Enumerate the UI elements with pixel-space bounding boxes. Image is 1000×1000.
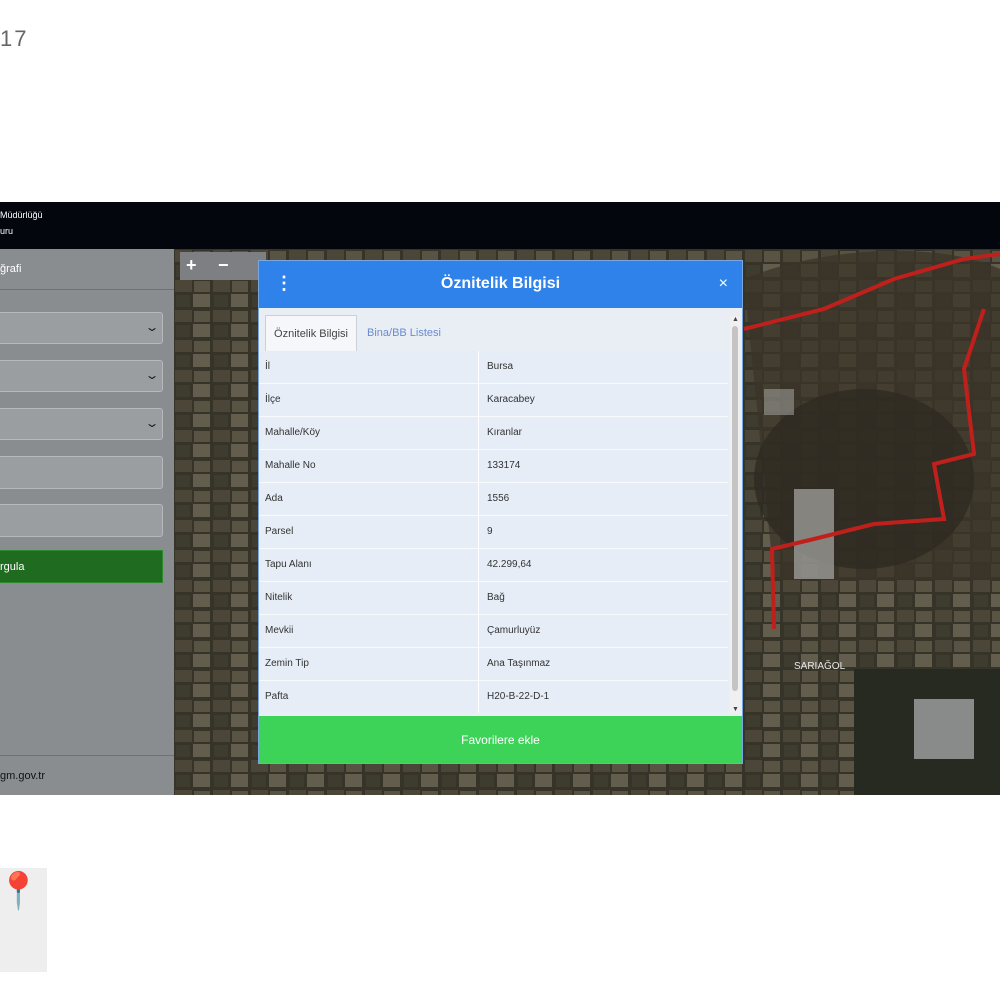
table-row: Nitelik Bağ <box>259 582 728 615</box>
chevron-down-icon: ⌄ <box>144 368 160 382</box>
row-value: Bağ <box>487 592 505 603</box>
location-pin-icon: 📍 <box>0 870 41 911</box>
top-bar: Müdürlüğü uru <box>0 202 1000 249</box>
district-select[interactable]: ⌄ <box>0 360 163 392</box>
location-pin-thumbnail: 📍 <box>0 868 47 972</box>
sidebar-footer: gm.gov.tr <box>0 755 174 795</box>
scroll-down-icon[interactable]: ▼ <box>732 706 739 713</box>
close-icon[interactable]: × <box>719 275 728 293</box>
row-value: H20-B-22-D-1 <box>487 691 550 702</box>
row-value: 42.299,64 <box>487 559 532 570</box>
row-key: Mahalle/Köy <box>265 427 321 438</box>
row-value: Bursa <box>487 361 514 372</box>
row-value: Karacabey <box>487 394 535 405</box>
footer-link[interactable]: gm.gov.tr <box>0 770 45 782</box>
table-row: Tapu Alanı 42.299,64 <box>259 549 728 582</box>
table-row: Mahalle/Köy Kıranlar <box>259 417 728 450</box>
plus-icon[interactable]: + <box>186 255 197 276</box>
attribute-dialog: ⋮ Öznitelik Bilgisi × Öznitelik Bilgisi … <box>258 260 743 764</box>
query-button[interactable]: rgula <box>0 550 163 583</box>
scroll-thumb[interactable] <box>732 326 738 691</box>
row-key: Nitelik <box>265 592 293 603</box>
sidebar-header[interactable]: ğrafi <box>0 249 174 290</box>
dialog-title: Öznitelik Bilgisi <box>440 275 561 292</box>
tab-attributes-label: Öznitelik Bilgisi <box>274 328 348 340</box>
zoom-control: + − <box>180 252 266 280</box>
row-key: Mevkii <box>265 625 294 636</box>
row-value: 133174 <box>487 460 521 471</box>
block-input[interactable] <box>0 456 163 489</box>
row-value: Kıranlar <box>487 427 523 438</box>
row-value: Çamurluyüz <box>487 625 541 636</box>
table-scrollbar[interactable]: ▲ ▼ <box>730 316 740 713</box>
row-key: Mahalle No <box>265 460 316 471</box>
row-key: Zemin Tip <box>265 658 309 669</box>
row-key: Parsel <box>265 526 294 537</box>
table-row: Ada 1556 <box>259 483 728 516</box>
row-key: Tapu Alanı <box>265 559 312 570</box>
village-label: SARIAĞOL <box>794 659 846 672</box>
minus-icon[interactable]: − <box>218 255 229 276</box>
parcel-input[interactable] <box>0 504 163 537</box>
dialog-header: ⋮ Öznitelik Bilgisi × <box>259 261 742 308</box>
chevron-down-icon: ⌄ <box>144 416 160 430</box>
neighborhood-select[interactable]: ⌄ <box>0 408 163 440</box>
row-value: 9 <box>487 526 493 537</box>
sidebar-header-label: ğrafi <box>0 263 22 275</box>
table-row: Mahalle No 133174 <box>259 450 728 483</box>
row-key: İlçe <box>265 394 281 405</box>
table-row: Zemin Tip Ana Taşınmaz <box>259 648 728 681</box>
row-value: 1556 <box>487 493 510 504</box>
row-key: İl <box>265 361 270 372</box>
table-row: İlçe Karacabey <box>259 384 728 417</box>
row-key: Pafta <box>265 691 289 702</box>
table-row: Mevkii Çamurluyüz <box>259 615 728 648</box>
tab-building-list-label: Bina/BB Listesi <box>367 327 441 339</box>
top-bar-title: Müdürlüğü <box>0 210 43 220</box>
table-row: Parsel 9 <box>259 516 728 549</box>
sidebar: ğrafi ⌄ ⌄ ⌄ rgula gm.gov.tr <box>0 249 174 795</box>
row-value: Ana Taşınmaz <box>487 658 551 669</box>
attribute-table: İl Bursa İlçe Karacabey Mahalle/Köy Kıranla… <box>259 351 728 713</box>
tab-building-list[interactable]: Bina/BB Listesi <box>359 315 449 351</box>
province-select[interactable]: ⌄ <box>0 312 163 344</box>
add-to-favorites-label: Favorilere ekle <box>461 733 540 747</box>
table-row: Pafta H20-B-22-D-1 <box>259 681 728 713</box>
row-key: Ada <box>265 493 283 504</box>
top-bar-subtitle: uru <box>0 226 14 236</box>
chevron-down-icon: ⌄ <box>144 320 160 334</box>
tab-attributes[interactable]: Öznitelik Bilgisi <box>265 315 357 351</box>
table-row: İl Bursa <box>259 351 728 384</box>
corner-number: 17 <box>0 26 29 51</box>
scroll-up-icon[interactable]: ▲ <box>732 316 739 323</box>
add-to-favorites-button[interactable]: Favorilere ekle <box>259 716 742 763</box>
query-button-label: rgula <box>0 561 25 573</box>
